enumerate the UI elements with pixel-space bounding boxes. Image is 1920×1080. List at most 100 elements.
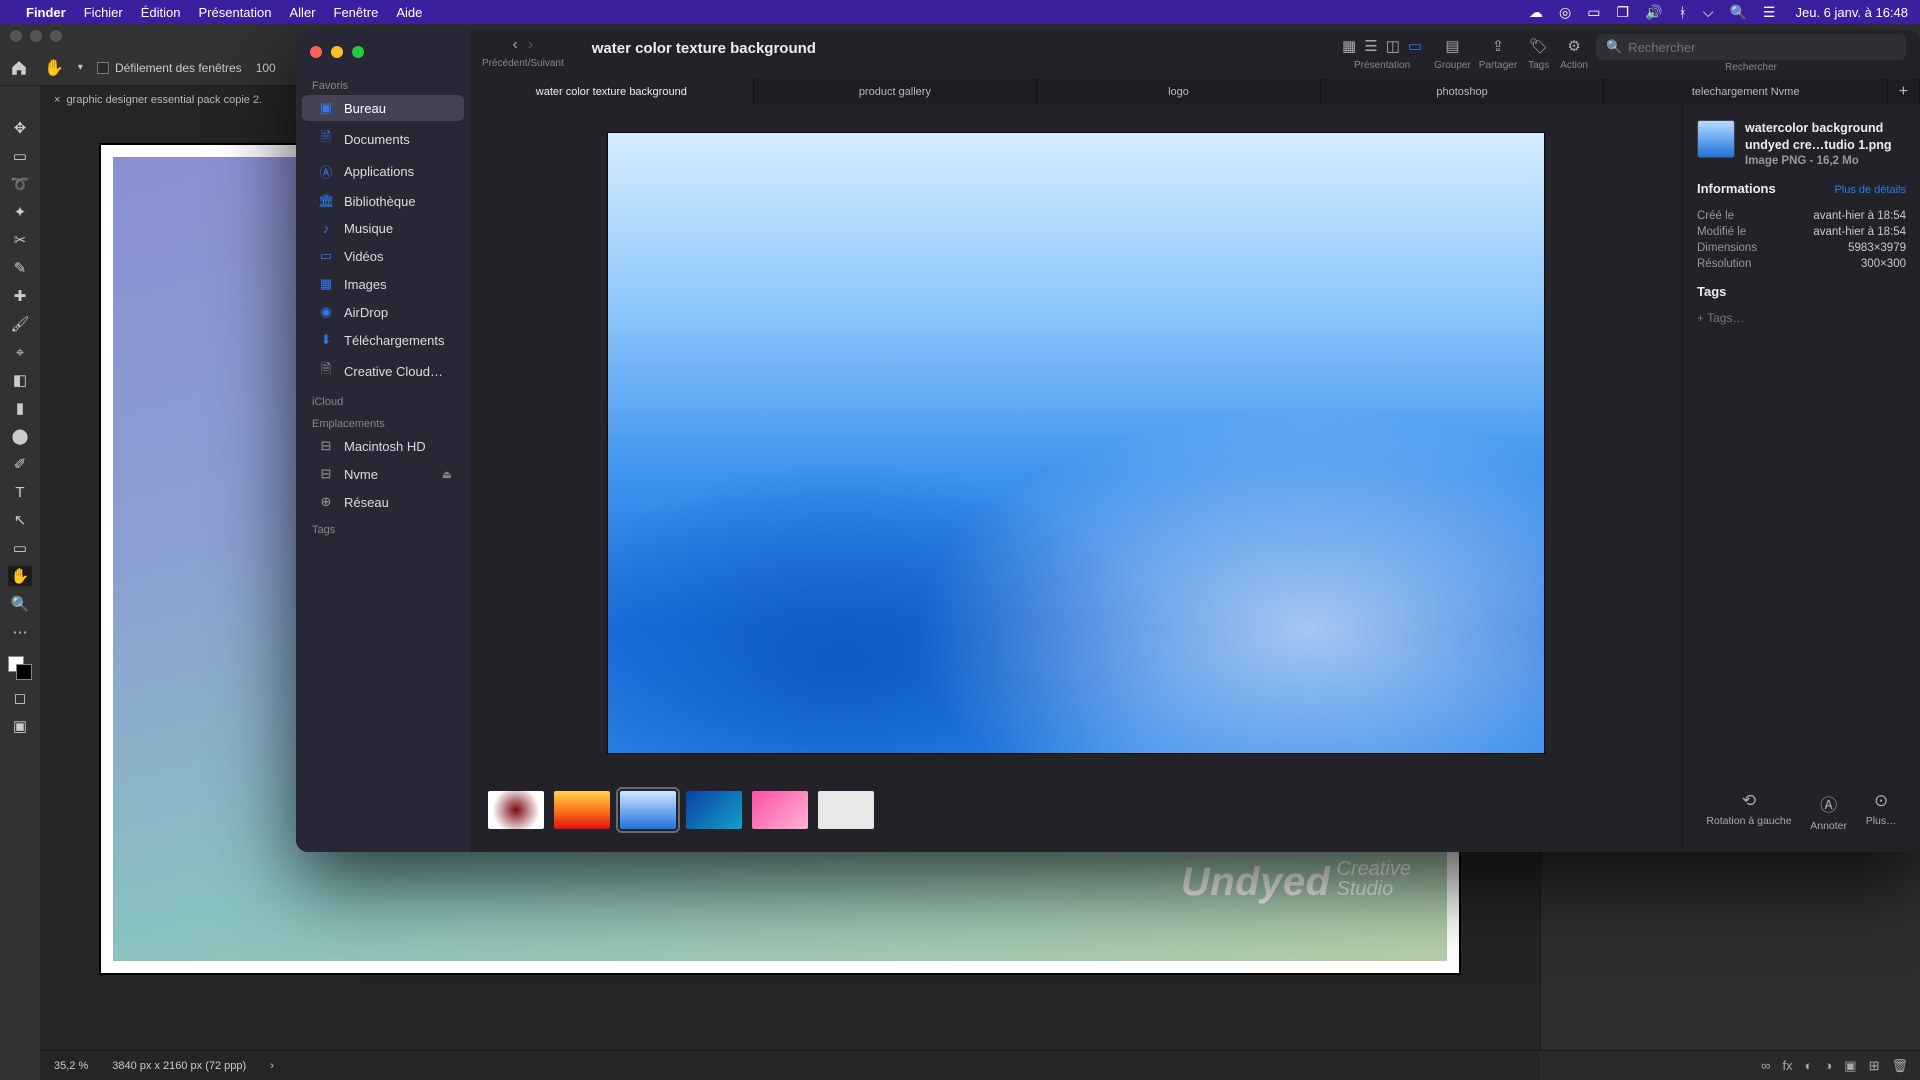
stamp-tool-icon[interactable]: ⌖ xyxy=(8,342,32,362)
status-icon[interactable]: ❐ xyxy=(1616,4,1629,21)
column-view-icon[interactable]: ◫ xyxy=(1386,37,1400,55)
lasso-tool-icon[interactable]: ➰ xyxy=(8,174,32,194)
back-button[interactable]: ‹ xyxy=(513,36,518,54)
close-icon[interactable]: × xyxy=(54,94,60,106)
close-icon[interactable] xyxy=(310,46,322,58)
sidebar-item-downloads[interactable]: ⬇Téléchargements xyxy=(302,327,464,353)
brush-tool-icon[interactable]: 🖌 xyxy=(8,314,32,334)
sidebar-item-music[interactable]: ♪Musique xyxy=(302,216,464,241)
sidebar-item-library[interactable]: 🏛Bibliothèque xyxy=(302,188,464,214)
hand-tool-icon[interactable]: ✋ xyxy=(44,58,64,78)
new-tab-button[interactable]: + xyxy=(1888,79,1920,104)
sidebar-item-airdrop[interactable]: ◉AirDrop xyxy=(302,299,464,325)
eyedropper-tool-icon[interactable]: ✎ xyxy=(8,258,32,278)
menu-view[interactable]: Présentation xyxy=(199,5,272,20)
menu-go[interactable]: Aller xyxy=(290,5,316,20)
adjustment-icon[interactable]: ◑ xyxy=(1824,1058,1832,1073)
thumbnail[interactable] xyxy=(818,791,874,829)
search-input[interactable] xyxy=(1628,40,1896,55)
control-center-icon[interactable]: ☰ xyxy=(1763,4,1776,21)
minimize-icon[interactable] xyxy=(30,30,42,42)
more-details-link[interactable]: Plus de détails xyxy=(1834,184,1906,196)
tab-watercolor[interactable]: water color texture background xyxy=(470,79,754,104)
ps-document-tab[interactable]: × graphic designer essential pack copie … xyxy=(46,86,270,114)
menu-file[interactable]: Fichier xyxy=(84,5,123,20)
preview-image[interactable] xyxy=(607,132,1545,754)
search-field[interactable]: 🔍 xyxy=(1596,34,1906,60)
sidebar-item-desktop[interactable]: ▣Bureau xyxy=(302,95,464,121)
status-zoom[interactable]: 35,2 % xyxy=(54,1060,88,1072)
mask-icon[interactable]: ◐ xyxy=(1805,1058,1813,1073)
folder-icon[interactable]: ▣ xyxy=(1844,1058,1856,1074)
spotlight-icon[interactable]: 🔍 xyxy=(1729,4,1746,21)
tab-photoshop[interactable]: photoshop xyxy=(1321,79,1605,104)
sidebar-item-documents[interactable]: 🗎Documents xyxy=(302,123,464,155)
tags-button[interactable]: 🏷 xyxy=(1529,37,1548,55)
tags-field[interactable]: + Tags… xyxy=(1697,311,1906,325)
color-swatches[interactable] xyxy=(8,656,32,680)
more-actions-button[interactable]: ⊙Plus… xyxy=(1866,791,1897,832)
new-layer-icon[interactable]: ⊞ xyxy=(1869,1058,1880,1074)
sidebar-item-videos[interactable]: ▭Vidéos xyxy=(302,243,464,269)
move-tool-icon[interactable]: ✥ xyxy=(8,118,32,138)
fx-icon[interactable]: fx xyxy=(1782,1058,1792,1073)
tab-logo[interactable]: logo xyxy=(1037,79,1321,104)
thumbnail[interactable] xyxy=(686,791,742,829)
status-icon[interactable]: ☁ xyxy=(1529,4,1543,21)
icon-view-icon[interactable]: ▦ xyxy=(1342,37,1356,55)
volume-icon[interactable]: 🔊 xyxy=(1645,4,1662,21)
type-tool-icon[interactable]: T xyxy=(8,482,32,502)
thumbnail[interactable] xyxy=(554,791,610,829)
dropdown-icon[interactable]: ▾ xyxy=(78,62,83,73)
menu-window[interactable]: Fenêtre xyxy=(334,5,379,20)
gradient-tool-icon[interactable]: ▮ xyxy=(8,398,32,418)
sidebar-item-macintoshhd[interactable]: ⊟Macintosh HD xyxy=(302,433,464,459)
hand-tool-icon[interactable]: ✋ xyxy=(8,566,32,586)
sidebar-item-network[interactable]: ⊕Réseau xyxy=(302,489,464,515)
zoom-tool-icon[interactable]: 🔍 xyxy=(8,594,32,614)
sidebar-item-nvme[interactable]: ⊟Nvme⏏ xyxy=(302,461,464,487)
menu-app[interactable]: Finder xyxy=(26,5,66,20)
share-button[interactable]: ⇪ xyxy=(1492,37,1505,55)
wand-tool-icon[interactable]: ✦ xyxy=(8,202,32,222)
close-icon[interactable] xyxy=(10,30,22,42)
menu-help[interactable]: Aide xyxy=(396,5,422,20)
group-button[interactable]: ▤ xyxy=(1445,37,1459,55)
path-tool-icon[interactable]: ↖ xyxy=(8,510,32,530)
trash-icon[interactable]: 🗑 xyxy=(1891,1058,1908,1074)
link-icon[interactable]: ∞ xyxy=(1761,1058,1770,1073)
rotate-left-button[interactable]: ⟲Rotation à gauche xyxy=(1706,791,1791,832)
chevron-right-icon[interactable]: › xyxy=(270,1060,274,1072)
thumbnail-selected[interactable] xyxy=(620,791,676,829)
status-icon[interactable]: ◎ xyxy=(1559,4,1571,21)
crop-tool-icon[interactable]: ✂ xyxy=(8,230,32,250)
sidebar-item-applications[interactable]: ⒶApplications xyxy=(302,157,464,186)
sidebar-item-creativecloud[interactable]: 🗎Creative Cloud… xyxy=(302,355,464,387)
home-icon[interactable] xyxy=(10,59,30,77)
sidebar-item-images[interactable]: ▦Images xyxy=(302,271,464,297)
marquee-tool-icon[interactable]: ▭ xyxy=(8,146,32,166)
eject-icon[interactable]: ⏏ xyxy=(442,468,452,481)
tab-nvme[interactable]: telechargement Nvme xyxy=(1604,79,1888,104)
maximize-icon[interactable] xyxy=(352,46,364,58)
edit-toolbar-icon[interactable]: ⋯ xyxy=(8,622,32,642)
annotate-button[interactable]: ⒶAnnoter xyxy=(1810,791,1847,832)
menubar-clock[interactable]: Jeu. 6 janv. à 16:48 xyxy=(1795,5,1908,20)
scroll-windows-checkbox[interactable]: Défilement des fenêtres xyxy=(97,61,242,75)
quickmask-icon[interactable]: ◻ xyxy=(8,688,32,708)
tab-productgallery[interactable]: product gallery xyxy=(754,79,1038,104)
status-icon[interactable]: ▭ xyxy=(1587,4,1600,21)
menu-edit[interactable]: Édition xyxy=(141,5,181,20)
bluetooth-icon[interactable]: ᚼ xyxy=(1678,4,1686,20)
thumbnail[interactable] xyxy=(488,791,544,829)
wifi-icon[interactable]: ⌵ xyxy=(1703,4,1714,21)
list-view-icon[interactable]: ☰ xyxy=(1364,37,1377,55)
blur-tool-icon[interactable]: ⬤ xyxy=(8,426,32,446)
heal-tool-icon[interactable]: ✚ xyxy=(8,286,32,306)
zoom-value[interactable]: 100 xyxy=(256,61,276,75)
shape-tool-icon[interactable]: ▭ xyxy=(8,538,32,558)
screenmode-icon[interactable]: ▣ xyxy=(8,716,32,736)
maximize-icon[interactable] xyxy=(50,30,62,42)
thumbnail[interactable] xyxy=(752,791,808,829)
pen-tool-icon[interactable]: ✐ xyxy=(8,454,32,474)
